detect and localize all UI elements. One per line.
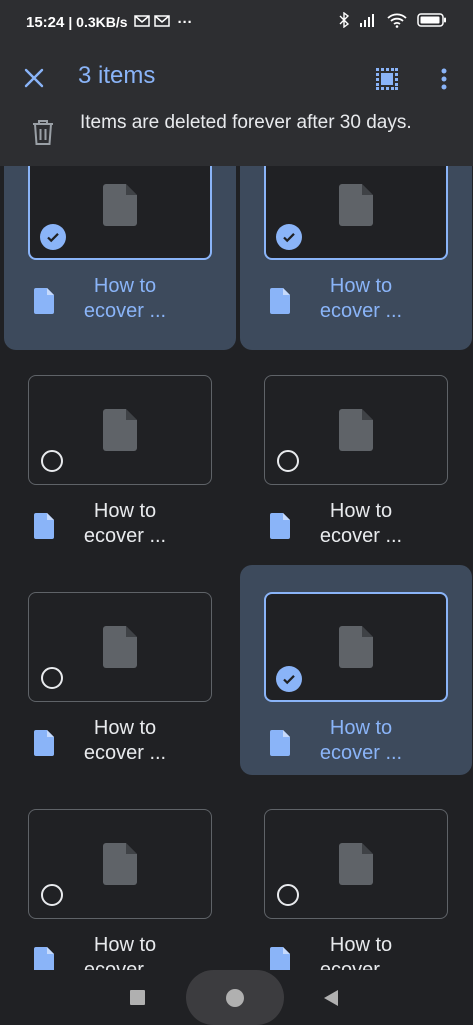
status-time: 15:24 <box>26 13 65 31</box>
file-name: How to ecover ... <box>319 275 403 322</box>
document-icon <box>103 409 137 451</box>
trash-notice-text: Items are deleted forever after 30 days. <box>80 112 412 133</box>
file-thumbnail <box>28 592 212 702</box>
file-type-icon <box>270 288 290 314</box>
file-card[interactable]: How to ecover ... <box>4 365 236 575</box>
file-card[interactable]: How to ecover ... <box>240 799 472 970</box>
more-options-button[interactable] <box>430 62 458 96</box>
signal-icon <box>359 13 377 31</box>
file-name: How to ecover ... <box>83 717 167 764</box>
battery-icon <box>417 13 447 31</box>
unchecked-circle-icon[interactable] <box>41 450 63 472</box>
document-icon <box>103 843 137 885</box>
file-card-selected[interactable]: How to ecover ... <box>4 166 236 350</box>
gmail-icon <box>153 14 170 31</box>
file-thumbnail <box>264 592 448 702</box>
file-card-selected[interactable]: How to ecover ... <box>240 565 472 775</box>
status-bar: 15:24 | 0.3KB/s ··· <box>0 0 473 44</box>
select-all-icon <box>376 68 398 90</box>
overflow-indicator: ··· <box>177 13 193 31</box>
check-circle-icon[interactable] <box>276 666 302 692</box>
unchecked-circle-icon[interactable] <box>41 884 63 906</box>
gmail-icon <box>133 14 150 31</box>
close-icon <box>24 68 44 88</box>
file-type-icon <box>270 730 290 756</box>
document-icon <box>339 409 373 451</box>
selection-count-title: 3 items <box>78 62 156 89</box>
file-type-icon <box>270 513 290 539</box>
check-circle-icon[interactable] <box>276 224 302 250</box>
unchecked-circle-icon[interactable] <box>41 667 63 689</box>
file-card[interactable]: How to ecover ... <box>4 582 236 792</box>
bluetooth-icon <box>339 11 350 32</box>
file-thumbnail <box>264 809 448 919</box>
file-name: How to ecover ... <box>83 500 167 547</box>
file-card[interactable]: How to ecover ... <box>4 799 236 970</box>
select-all-button[interactable] <box>370 62 404 96</box>
home-button[interactable] <box>186 970 284 1025</box>
wifi-icon <box>387 13 407 32</box>
file-thumbnail <box>28 166 212 260</box>
file-name: How to ecover ... <box>319 500 403 547</box>
document-icon <box>339 843 373 885</box>
unchecked-circle-icon[interactable] <box>277 450 299 472</box>
document-icon <box>103 626 137 668</box>
file-thumbnail <box>28 375 212 485</box>
network-speed: | 0.3KB/s <box>68 14 128 30</box>
file-type-icon <box>34 288 54 314</box>
system-nav-bar <box>0 970 473 1025</box>
more-vert-icon <box>441 68 447 90</box>
close-selection-button[interactable] <box>18 62 50 94</box>
file-type-icon <box>270 947 290 970</box>
home-icon <box>226 988 244 1007</box>
check-circle-icon[interactable] <box>40 224 66 250</box>
file-thumbnail <box>28 809 212 919</box>
file-name: How to ecover ... <box>83 275 167 322</box>
trash-file-grid: How to ecover ... How to ecover ... How … <box>0 166 473 970</box>
file-type-icon <box>34 730 54 756</box>
file-card[interactable]: How to ecover ... <box>240 365 472 575</box>
file-type-icon <box>34 513 54 539</box>
selection-app-bar: 3 items Items are deleted forever after … <box>0 44 473 166</box>
file-name: How to ecover ... <box>319 717 403 764</box>
document-icon <box>103 184 137 226</box>
document-icon <box>339 184 373 226</box>
file-name: How to ecover ... <box>319 934 403 970</box>
file-thumbnail <box>264 166 448 260</box>
file-type-icon <box>34 947 54 970</box>
file-thumbnail <box>264 375 448 485</box>
document-icon <box>339 626 373 668</box>
file-name: How to ecover ... <box>83 934 167 970</box>
trash-notice: Items are deleted forever after 30 days. <box>0 106 473 166</box>
recents-button[interactable] <box>130 990 145 1005</box>
file-card-selected[interactable]: How to ecover ... <box>240 166 472 350</box>
back-button[interactable] <box>324 990 338 1006</box>
trash-icon <box>33 120 53 145</box>
unchecked-circle-icon[interactable] <box>277 884 299 906</box>
